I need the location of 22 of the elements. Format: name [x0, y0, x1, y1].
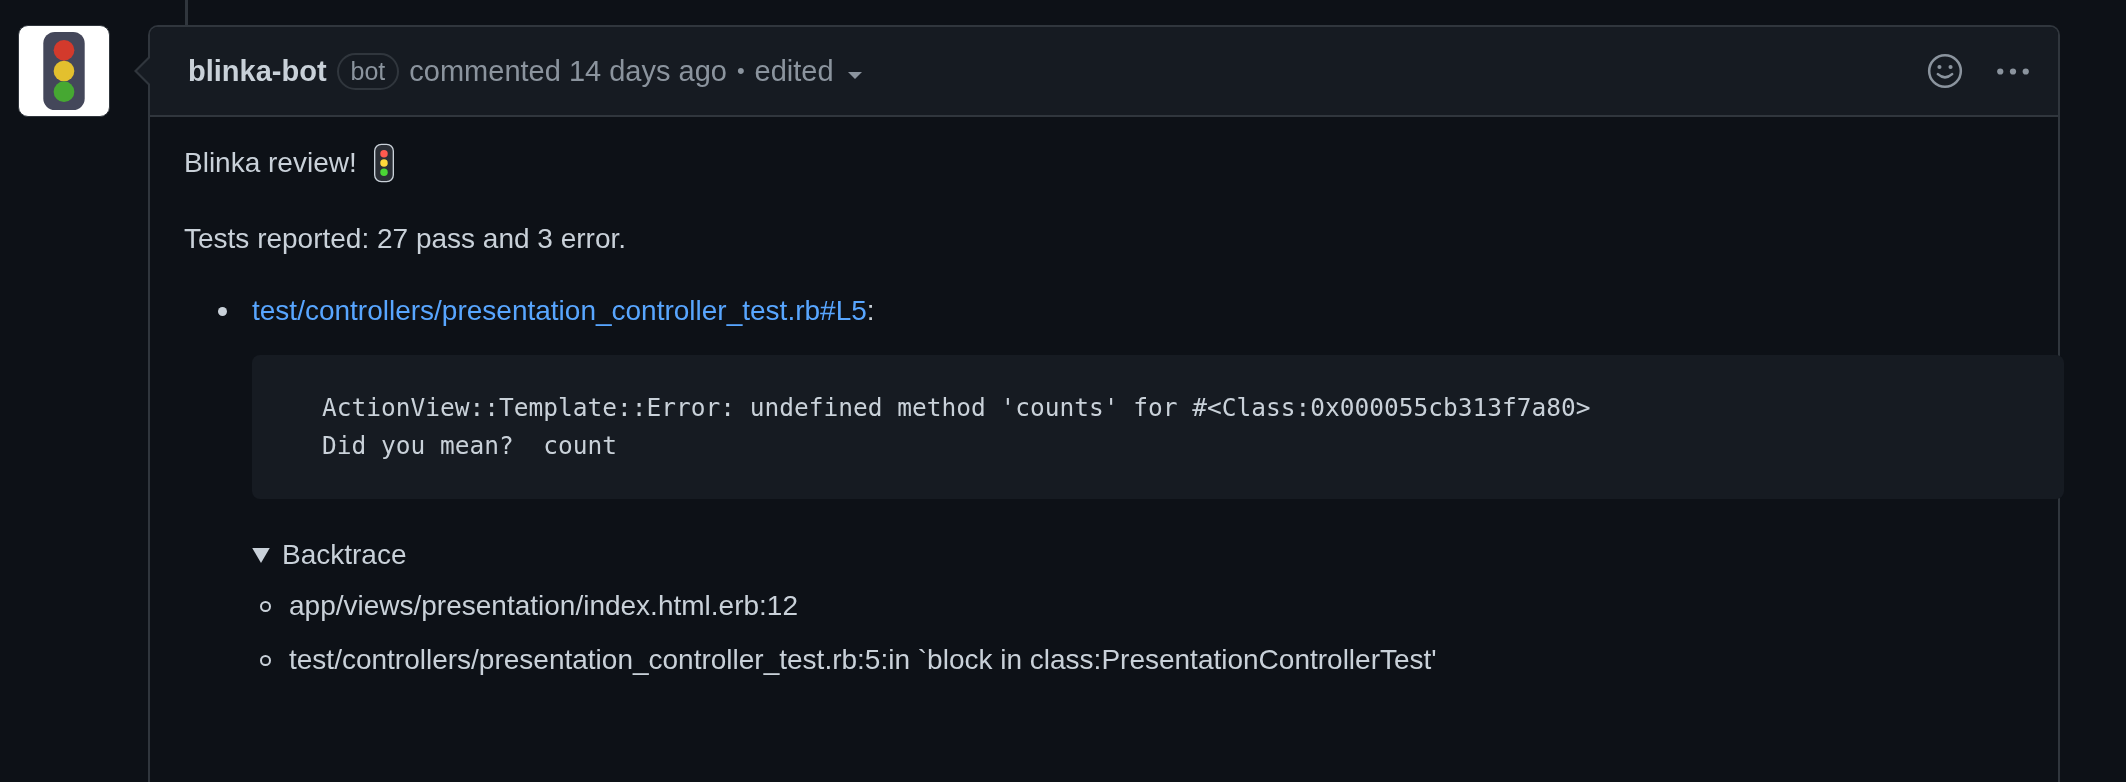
traffic-light-icon [41, 29, 87, 113]
backtrace-line: test/controllers/presentation_controller_test.rb:5:in `block in class:PresentationControllerTest' [289, 644, 1437, 676]
more-options-icon[interactable] [1996, 66, 2030, 76]
colon: : [866, 295, 875, 327]
bullet [218, 306, 227, 316]
comment-time[interactable]: commented 14 days ago [409, 54, 727, 88]
emoji-reaction-icon[interactable] [1926, 52, 1964, 90]
author-link[interactable]: blinka-bot [188, 54, 327, 88]
bot-label: bot [336, 52, 400, 90]
separator: • [736, 58, 745, 84]
avatar[interactable] [18, 25, 110, 117]
traffic-light-icon [372, 143, 395, 183]
edited-dropdown[interactable]: edited [754, 54, 862, 88]
code-block: ActionView::Template::Error: undefined method 'counts' for #<Class:0x000055cb313f7a80> Did you mean? count [252, 355, 2064, 499]
bullet [260, 600, 271, 612]
backtrace-toggle[interactable]: Backtrace [252, 539, 2058, 571]
caret-icon [847, 71, 862, 79]
file-link[interactable]: test/controllers/presentation_controller_test.rb#L5 [252, 295, 867, 327]
bullet [260, 654, 271, 666]
comment-heading: Blinka review! [184, 147, 357, 179]
backtrace-line: app/views/presentation/index.html.erb:12 [289, 590, 798, 622]
summary-text: Tests reported: 27 pass and 3 error. [184, 223, 628, 255]
